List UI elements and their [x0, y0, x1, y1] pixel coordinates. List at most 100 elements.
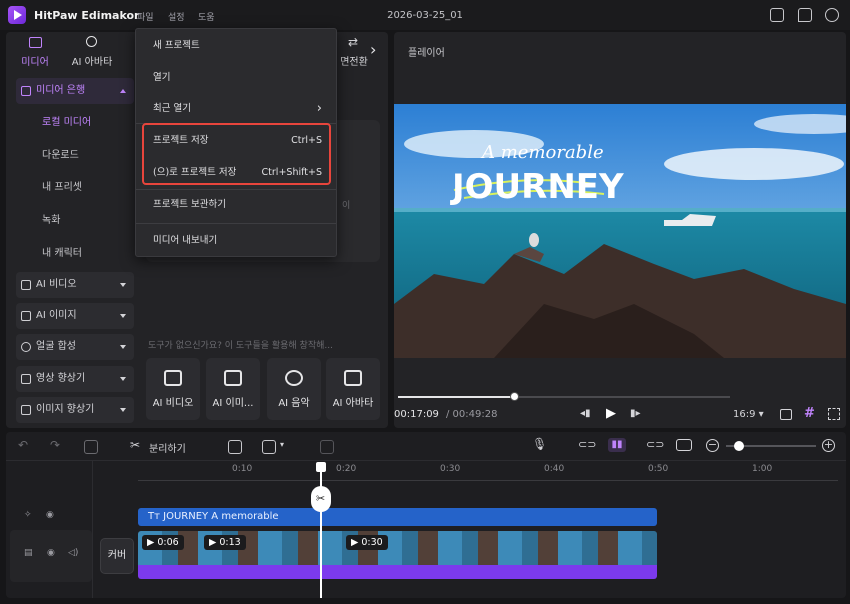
play-icon[interactable]: ▶ [606, 406, 616, 421]
transition-icon: ⇄ [348, 35, 359, 49]
sidebar-item-label: 얼굴 합성 [36, 341, 76, 352]
fullscreen-icon[interactable] [828, 408, 840, 420]
video-track-header: ▤ ◉ ◁) [10, 530, 92, 582]
progress-track[interactable] [398, 392, 730, 401]
sidebar-item-ai-image[interactable]: AI 이미지 [16, 303, 134, 329]
eye-icon[interactable]: ◉ [47, 548, 55, 558]
next-frame-icon[interactable]: ▮▸ [630, 408, 641, 419]
text-dropdown-icon[interactable]: ▾ [280, 440, 284, 449]
sidebar-item-video-enhancer[interactable]: 영상 향상기 [16, 366, 134, 392]
menu-item-label: 프로젝트 보관하기 [153, 199, 226, 210]
video-preview[interactable]: A memorable JOURNEY [394, 104, 846, 358]
track-header-divider [92, 460, 93, 598]
text-icon[interactable] [262, 440, 276, 454]
redo-icon[interactable]: ↷ [50, 438, 60, 452]
music-icon [285, 370, 303, 386]
undo-icon[interactable]: ↶ [18, 438, 28, 452]
clip-badge-time: 0:30 [361, 537, 383, 548]
chevron-down-icon [120, 283, 126, 287]
menu-item-new-project[interactable]: 새 프로젝트 [136, 32, 336, 60]
cover-button[interactable]: 커버 [100, 538, 134, 574]
link-icon[interactable]: ⊂⊃ [578, 438, 596, 451]
menu-item-recent[interactable]: 최근 열기 › [136, 95, 336, 123]
caption-icon[interactable] [228, 440, 242, 454]
video-clip[interactable]: ▶ 0:06 ▶ 0:13 ▶ 0:30 [138, 531, 657, 579]
ruler-label: 1:00 [752, 464, 773, 474]
tab-ai-avatar-label: AI 아바타 [71, 57, 113, 68]
aspect-ratio-select[interactable]: 16:9 ▾ [733, 409, 764, 420]
sidebar-item-my-preset[interactable]: 내 프리셋 [16, 175, 134, 201]
sidebar-item-label: 미디어 은행 [36, 85, 86, 96]
fit-icon[interactable] [676, 439, 692, 451]
chevron-right-icon: › [316, 101, 322, 116]
grid-icon[interactable]: # [804, 406, 815, 421]
zoom-slider[interactable] [726, 441, 816, 451]
tool-ai-avatar[interactable]: AI 아바타 [326, 358, 380, 420]
layout-icon[interactable] [770, 8, 784, 22]
text-track-icon: ✧ [24, 510, 32, 520]
ruler-line [138, 480, 838, 481]
zoom-slider-knob[interactable] [734, 441, 744, 451]
video-icon [21, 280, 31, 290]
split-button[interactable]: 분리하기 [149, 440, 186, 455]
delete-icon[interactable] [84, 440, 98, 454]
speaker-icon[interactable]: ◁) [68, 548, 78, 558]
prev-frame-icon[interactable]: ◂▮ [580, 408, 591, 419]
overlay-script: A memorable [480, 142, 604, 163]
tool-label: AI 아바타 [332, 398, 374, 409]
unlink-icon[interactable]: ⊂⊃ [646, 438, 664, 451]
tool-ai-image[interactable]: AI 이미... [206, 358, 260, 420]
avatar-frame-icon [344, 370, 362, 386]
chevron-down-icon [120, 408, 126, 412]
video-frame: A memorable JOURNEY [394, 104, 846, 358]
clip-badge: ▶ 0:30 [346, 535, 388, 550]
ruler-label: 0:30 [440, 464, 461, 474]
sidebar-item-ai-video[interactable]: AI 비디오 [16, 272, 134, 298]
folder-icon [21, 86, 31, 96]
clip-badge-time: 0:13 [219, 537, 241, 548]
menu-item-archive-project[interactable]: 프로젝트 보관하기 [136, 191, 336, 219]
progress-knob[interactable] [510, 392, 520, 401]
menu-divider [136, 223, 336, 224]
sidebar-item-face-swap[interactable]: 얼굴 합성 [16, 334, 134, 360]
sidebar-item-download[interactable]: 다운로드 [16, 143, 134, 169]
tool-label: AI 이미... [212, 398, 254, 409]
feedback-icon[interactable] [798, 8, 812, 22]
tool-ai-video[interactable]: AI 비디오 [146, 358, 200, 420]
playhead-handle[interactable] [315, 462, 326, 472]
enhance-video-icon [21, 374, 31, 384]
zoom-out-icon[interactable]: − [706, 439, 719, 452]
tool-ai-music[interactable]: AI 음악 [267, 358, 321, 420]
player-title: 플레이어 [408, 48, 445, 59]
tab-media[interactable]: 미디어 [10, 32, 60, 68]
scissors-icon[interactable]: ✂ [130, 438, 140, 452]
import-hint: 이 [342, 201, 351, 211]
tab-ai-avatar[interactable]: AI 아바타 [62, 32, 122, 68]
ruler-label: 0:40 [544, 464, 565, 474]
eye-icon[interactable]: ◉ [46, 510, 54, 520]
tools-hint: 도구가 없으신가요? 이 도구들을 활용해 창작해... [148, 341, 333, 351]
sidebar-item-local-media[interactable]: 로컬 미디어 [16, 110, 134, 136]
zoom-in-icon[interactable]: + [822, 439, 835, 452]
video-plus-icon [164, 370, 182, 386]
sidebar-item-label: AI 이미지 [36, 310, 77, 321]
tab-transition[interactable]: ⇄ 면전환 [334, 32, 374, 68]
crop-icon[interactable] [320, 440, 334, 454]
menu-item-open[interactable]: 열기 [136, 64, 336, 92]
menu-item-export-media[interactable]: 미디어 내보내기 [136, 227, 336, 255]
playhead[interactable]: ✂ [310, 462, 331, 598]
mic-icon[interactable]: 🎙 [532, 437, 547, 451]
menu-item-label: 새 프로젝트 [153, 40, 200, 51]
sidebar-item-media-bank[interactable]: 미디어 은행 [16, 78, 134, 104]
text-clip[interactable]: Tт JOURNEY A memorable [138, 508, 657, 526]
chevron-right-icon[interactable]: › [370, 40, 376, 59]
total-time: / 00:49:28 [446, 409, 498, 420]
download-icon[interactable] [825, 8, 839, 22]
cut-scissors-icon[interactable]: ✂ [310, 486, 331, 512]
sidebar-item-recording[interactable]: 녹화 [16, 208, 134, 234]
sidebar-item-image-enhancer[interactable]: 이미지 향상기 [16, 397, 134, 423]
save-items-highlight [142, 123, 331, 185]
snapshot-icon[interactable] [780, 409, 792, 420]
magnet-icon[interactable]: ▮▮ [608, 438, 626, 452]
sidebar-item-my-character[interactable]: 내 캐릭터 [16, 241, 134, 267]
